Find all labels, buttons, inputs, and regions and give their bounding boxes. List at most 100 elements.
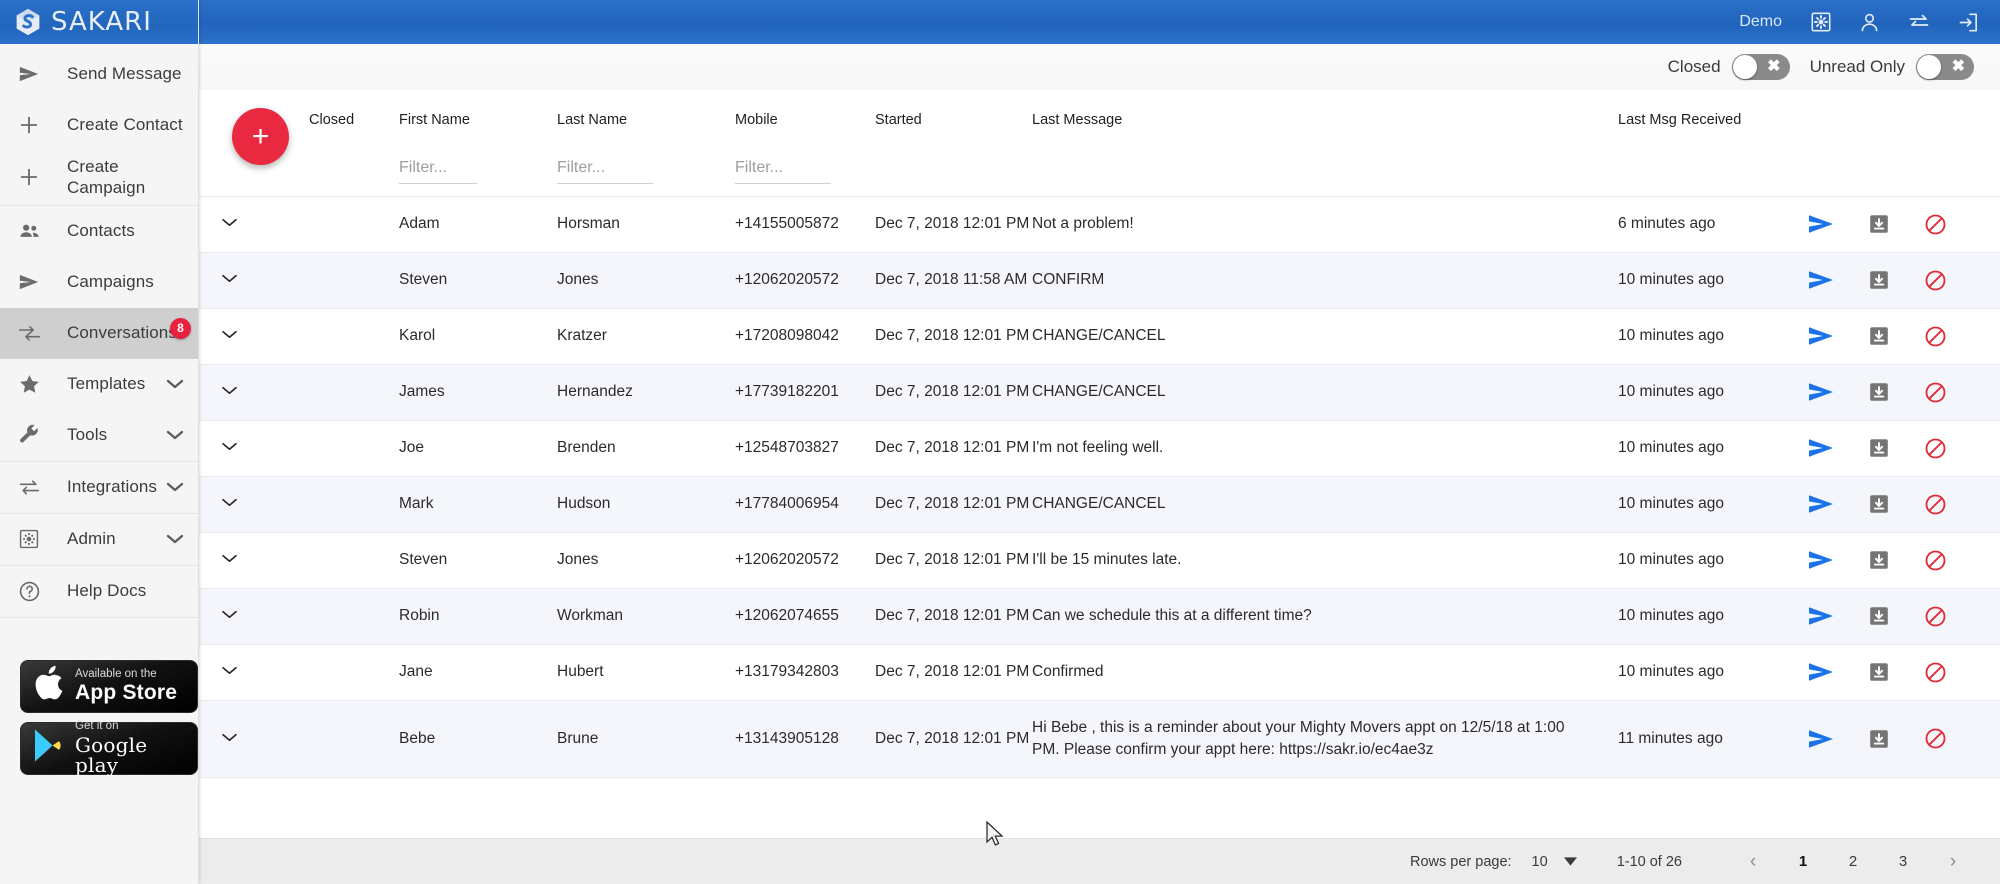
- block-icon[interactable]: [1924, 661, 1947, 684]
- archive-icon[interactable]: [1868, 493, 1890, 515]
- brand-header[interactable]: SAKARI: [0, 0, 198, 44]
- send-message-icon[interactable]: [1808, 325, 1834, 347]
- expand-row-toggle[interactable]: [199, 644, 309, 700]
- archive-icon[interactable]: [1868, 213, 1890, 235]
- send-message-icon[interactable]: [1808, 661, 1834, 683]
- send-message-icon[interactable]: [1808, 549, 1834, 571]
- page-button-1[interactable]: 1: [1786, 847, 1820, 877]
- col-header-mobile[interactable]: Mobile: [735, 90, 875, 140]
- settings-gear-icon[interactable]: [1810, 11, 1832, 33]
- send-message-icon[interactable]: [1808, 493, 1834, 515]
- closed-toggle[interactable]: ✖: [1731, 54, 1790, 80]
- send-message-icon[interactable]: [1808, 269, 1834, 291]
- table-row[interactable]: Steven Jones +12062020572 Dec 7, 2018 12:01…: [199, 532, 2000, 588]
- chevron-right-icon[interactable]: ›: [1936, 847, 1970, 877]
- chevron-down-icon[interactable]: [166, 533, 184, 545]
- table-row[interactable]: James Hernandez +17739182201 Dec 7, 2018 12…: [199, 364, 2000, 420]
- rows-per-page-select[interactable]: 10: [1532, 854, 1577, 870]
- sidebar-item-label: Contacts: [67, 221, 135, 241]
- sidebar-item-campaigns[interactable]: Campaigns: [0, 257, 198, 308]
- archive-icon[interactable]: [1868, 381, 1890, 403]
- block-icon[interactable]: [1924, 325, 1947, 348]
- col-header-closed[interactable]: Closed: [309, 90, 399, 140]
- started-cell: Dec 7, 2018 12:01 PM: [875, 439, 1030, 456]
- table-row[interactable]: Adam Horsman +14155005872 Dec 7, 2018 12:01…: [199, 196, 2000, 252]
- table-row[interactable]: Mark Hudson +17784006954 Dec 7, 2018 12:01 …: [199, 476, 2000, 532]
- send-message-icon[interactable]: [1808, 728, 1834, 750]
- col-header-last-name[interactable]: Last Name: [557, 90, 735, 140]
- sidebar-item-conversations[interactable]: Conversations 8: [0, 307, 198, 359]
- table-row[interactable]: Joe Brenden +12548703827 Dec 7, 2018 12:01 …: [199, 420, 2000, 476]
- sidebar-item-tools[interactable]: Tools: [0, 410, 198, 461]
- person-icon[interactable]: [1858, 11, 1881, 34]
- block-icon[interactable]: [1924, 437, 1947, 460]
- col-header-last-msg-received[interactable]: Last Msg Received: [1618, 90, 1808, 140]
- block-icon[interactable]: [1924, 605, 1947, 628]
- switch-account-icon[interactable]: [1907, 10, 1931, 34]
- sidebar-item-create-contact[interactable]: Create Contact: [0, 99, 198, 150]
- expand-row-toggle[interactable]: [199, 364, 309, 420]
- mobile-cell: +12548703827: [735, 439, 839, 456]
- block-icon[interactable]: [1924, 269, 1947, 292]
- expand-row-toggle[interactable]: [199, 252, 309, 308]
- block-icon[interactable]: [1924, 381, 1947, 404]
- archive-icon[interactable]: [1868, 661, 1890, 683]
- expand-row-toggle[interactable]: [199, 476, 309, 532]
- last-message-cell: CHANGE/CANCEL: [1032, 383, 1166, 400]
- logout-icon[interactable]: [1957, 11, 1980, 34]
- expand-row-toggle[interactable]: [199, 420, 309, 476]
- last-name-cell: Hernandez: [557, 383, 633, 400]
- account-name[interactable]: Demo: [1739, 13, 1782, 31]
- sidebar-item-help-docs[interactable]: Help Docs: [0, 566, 198, 617]
- table-row[interactable]: Karol Kratzer +17208098042 Dec 7, 2018 12:0…: [199, 308, 2000, 364]
- sidebar-item-templates[interactable]: Templates: [0, 359, 198, 410]
- expand-row-toggle[interactable]: [199, 196, 309, 252]
- first-name-filter-input[interactable]: [399, 158, 477, 184]
- conversations-icon: [16, 323, 42, 343]
- col-header-started[interactable]: Started: [875, 90, 1032, 140]
- expand-row-toggle[interactable]: [199, 700, 309, 777]
- archive-icon[interactable]: [1868, 549, 1890, 571]
- expand-row-toggle[interactable]: [199, 532, 309, 588]
- sidebar-item-contacts[interactable]: Contacts: [0, 206, 198, 257]
- chevron-down-icon[interactable]: [166, 429, 184, 441]
- expand-row-toggle[interactable]: [199, 588, 309, 644]
- sidebar-item-create-campaign[interactable]: Create Campaign: [0, 150, 198, 205]
- block-icon[interactable]: [1924, 727, 1947, 750]
- chevron-down-icon[interactable]: [166, 481, 184, 493]
- unread-only-toggle[interactable]: ✖: [1916, 54, 1974, 80]
- archive-icon[interactable]: [1868, 325, 1890, 347]
- archive-icon[interactable]: [1868, 605, 1890, 627]
- sidebar-item-send-message[interactable]: Send Message: [0, 48, 198, 99]
- sidebar-item-integrations[interactable]: Integrations: [0, 462, 198, 513]
- new-conversation-button[interactable]: +: [232, 108, 289, 165]
- table-row[interactable]: Jane Hubert +13179342803 Dec 7, 2018 12:01 …: [199, 644, 2000, 700]
- send-message-icon[interactable]: [1808, 213, 1834, 235]
- table-row[interactable]: Bebe Brune +13143905128 Dec 7, 2018 12:01 P…: [199, 700, 2000, 777]
- google-play-badge[interactable]: Get it on Google play: [20, 721, 198, 775]
- col-header-last-message[interactable]: Last Message: [1032, 90, 1618, 140]
- page-button-3[interactable]: 3: [1886, 847, 1920, 877]
- chevron-left-icon[interactable]: ‹: [1736, 847, 1770, 877]
- send-message-icon[interactable]: [1808, 381, 1834, 403]
- chevron-down-icon[interactable]: [166, 378, 184, 390]
- closed-cell: [309, 196, 399, 252]
- last-name-filter-input[interactable]: [557, 158, 653, 184]
- archive-icon[interactable]: [1868, 728, 1890, 750]
- send-message-icon[interactable]: [1808, 605, 1834, 627]
- archive-icon[interactable]: [1868, 437, 1890, 459]
- block-icon[interactable]: [1924, 493, 1947, 516]
- col-header-first-name[interactable]: First Name: [399, 90, 557, 140]
- last-message-cell: CHANGE/CANCEL: [1032, 495, 1166, 512]
- archive-icon[interactable]: [1868, 269, 1890, 291]
- sidebar-item-admin[interactable]: Admin: [0, 514, 198, 565]
- app-store-badge[interactable]: Available on the App Store: [20, 659, 198, 713]
- block-icon[interactable]: [1924, 213, 1947, 236]
- expand-row-toggle[interactable]: [199, 308, 309, 364]
- send-message-icon[interactable]: [1808, 437, 1834, 459]
- table-row[interactable]: Robin Workman +12062074655 Dec 7, 2018 12:0…: [199, 588, 2000, 644]
- table-row[interactable]: Steven Jones +12062020572 Dec 7, 2018 11:58…: [199, 252, 2000, 308]
- page-button-2[interactable]: 2: [1836, 847, 1870, 877]
- mobile-filter-input[interactable]: [735, 158, 831, 184]
- block-icon[interactable]: [1924, 549, 1947, 572]
